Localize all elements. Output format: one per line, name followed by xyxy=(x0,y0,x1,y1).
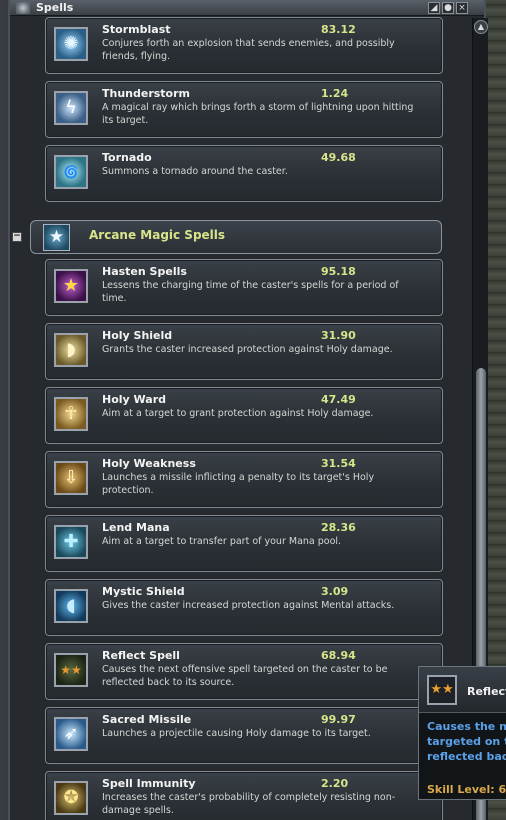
reflect-spell-icon[interactable]: ★★ xyxy=(54,653,88,687)
spell-row[interactable]: ◗ Holy Shield 31.90 Grants the caster incre… xyxy=(45,323,443,380)
spell-row[interactable]: ☥ Holy Ward 47.49 Aim at a target to grant … xyxy=(45,387,443,444)
spell-row[interactable]: ⇩ Holy Weakness 31.54 Launches a missile in… xyxy=(45,451,443,508)
thunderstorm-icon[interactable]: ϟ xyxy=(54,91,88,125)
spell-description: A magical ray which brings forth a storm… xyxy=(102,102,414,126)
spell-name: Mystic Shield xyxy=(102,585,185,598)
spell-name: Spell Immunity xyxy=(102,777,196,790)
spell-row[interactable]: ➶ Sacred Missile 99.97 Launches a projectil… xyxy=(45,707,443,764)
tornado-icon[interactable]: 🌀 xyxy=(54,155,88,189)
spell-description: Lessens the charging time of the caster'… xyxy=(102,280,399,304)
spell-description: Aim at a target to transfer part of your… xyxy=(102,536,342,547)
spell-skill-value: 28.36 xyxy=(321,521,356,534)
tooltip-desc-line: targeted on the xyxy=(427,735,506,748)
spell-row[interactable]: ✺ Stormblast 83.12 Conjures forth an explos… xyxy=(45,17,443,74)
spell-skill-value: 3.09 xyxy=(321,585,349,598)
spell-row[interactable]: ✚ Lend Mana 28.36 Aim at a target to transf… xyxy=(45,515,443,572)
spellbook-icon xyxy=(16,2,30,14)
window-title: Spells xyxy=(36,1,74,14)
spell-skill-value: 83.12 xyxy=(321,23,356,36)
scroll-up-button[interactable]: ▲ xyxy=(474,20,488,34)
tooltip-skill-level: Skill Level: 68. xyxy=(427,783,506,796)
tooltip-title: Reflect xyxy=(467,685,506,698)
reflect-spell-icon: ★★ xyxy=(427,675,457,705)
spell-description: Gives the caster increased protection ag… xyxy=(102,600,395,611)
spell-skill-value: 31.90 xyxy=(321,329,356,342)
holy-shield-icon[interactable]: ◗ xyxy=(54,333,88,367)
tooltip-desc-line: Causes the ne xyxy=(427,720,506,733)
tooltip-header: ★★ Reflect xyxy=(419,667,506,713)
spell-description: Conjures forth an explosion that sends e… xyxy=(102,38,395,62)
holy-weakness-icon[interactable]: ⇩ xyxy=(54,461,88,495)
spell-skill-value: 1.24 xyxy=(321,87,349,100)
spell-name: Reflect Spell xyxy=(102,649,180,662)
spell-row[interactable]: ★★ Reflect Spell 68.94 Causes the next offe… xyxy=(45,643,443,700)
stormblast-icon[interactable]: ✺ xyxy=(54,27,88,61)
spell-row[interactable]: ✪ Spell Immunity 2.20 Increases the caster'… xyxy=(45,771,443,820)
window-titlebar[interactable]: Spells ◢ ● × xyxy=(10,0,484,16)
spell-description: Aim at a target to grant protection agai… xyxy=(102,408,374,419)
section-header-arcane[interactable]: ★ Arcane Magic Spells xyxy=(30,220,442,254)
spell-description: Increases the caster's probability of co… xyxy=(102,792,396,816)
spell-row[interactable]: ϟ Thunderstorm 1.24 A magical ray which bri… xyxy=(45,81,443,138)
tooltip-description: Causes the ne targeted on the reflected … xyxy=(427,719,506,764)
spell-skill-value: 68.94 xyxy=(321,649,356,662)
spell-name: Holy Shield xyxy=(102,329,173,342)
spell-skill-value: 95.18 xyxy=(321,265,356,278)
spell-skill-value: 31.54 xyxy=(321,457,356,470)
spell-description: Launches a missile inflicting a penalty … xyxy=(102,472,375,496)
spell-name: Hasten Spells xyxy=(102,265,187,278)
spell-description: Launches a projectile causing Holy damag… xyxy=(102,728,371,739)
spell-name: Thunderstorm xyxy=(102,87,191,100)
spell-immunity-icon[interactable]: ✪ xyxy=(54,781,88,815)
spell-skill-value: 99.97 xyxy=(321,713,356,726)
hasten-spells-icon[interactable]: ★ xyxy=(54,269,88,303)
spell-name: Tornado xyxy=(102,151,152,164)
options-button[interactable]: ● xyxy=(442,2,454,14)
spell-name: Holy Ward xyxy=(102,393,166,406)
spell-skill-value: 49.68 xyxy=(321,151,356,164)
spell-description: Causes the next offensive spell targeted… xyxy=(102,664,388,688)
spell-tooltip: ★★ Reflect Causes the ne targeted on the… xyxy=(418,666,506,800)
tooltip-desc-line: reflected back xyxy=(427,750,506,763)
spell-description: Grants the caster increased protection a… xyxy=(102,344,393,355)
spell-name: Stormblast xyxy=(102,23,171,36)
spell-name: Sacred Missile xyxy=(102,713,192,726)
spell-row[interactable]: 🌀 Tornado 49.68 Summons a tornado around th… xyxy=(45,145,443,202)
spell-row[interactable]: ★ Hasten Spells 95.18 Lessens the charging … xyxy=(45,259,443,316)
lend-mana-icon[interactable]: ✚ xyxy=(54,525,88,559)
spell-row[interactable]: ◖ Mystic Shield 3.09 Gives the caster incre… xyxy=(45,579,443,636)
mystic-shield-icon[interactable]: ◖ xyxy=(54,589,88,623)
close-button[interactable]: × xyxy=(456,2,468,14)
spell-skill-value: 47.49 xyxy=(321,393,356,406)
sacred-missile-icon[interactable]: ➶ xyxy=(54,717,88,751)
spell-skill-value: 2.20 xyxy=(321,777,349,790)
spell-name: Holy Weakness xyxy=(102,457,196,470)
holy-ward-icon[interactable]: ☥ xyxy=(54,397,88,431)
collapse-section-button[interactable]: − xyxy=(12,232,22,242)
section-title: Arcane Magic Spells xyxy=(89,228,226,242)
spell-name: Lend Mana xyxy=(102,521,170,534)
minimize-button[interactable]: ◢ xyxy=(428,2,440,14)
arcane-star-icon: ★ xyxy=(43,224,70,251)
spell-description: Summons a tornado around the caster. xyxy=(102,166,288,177)
